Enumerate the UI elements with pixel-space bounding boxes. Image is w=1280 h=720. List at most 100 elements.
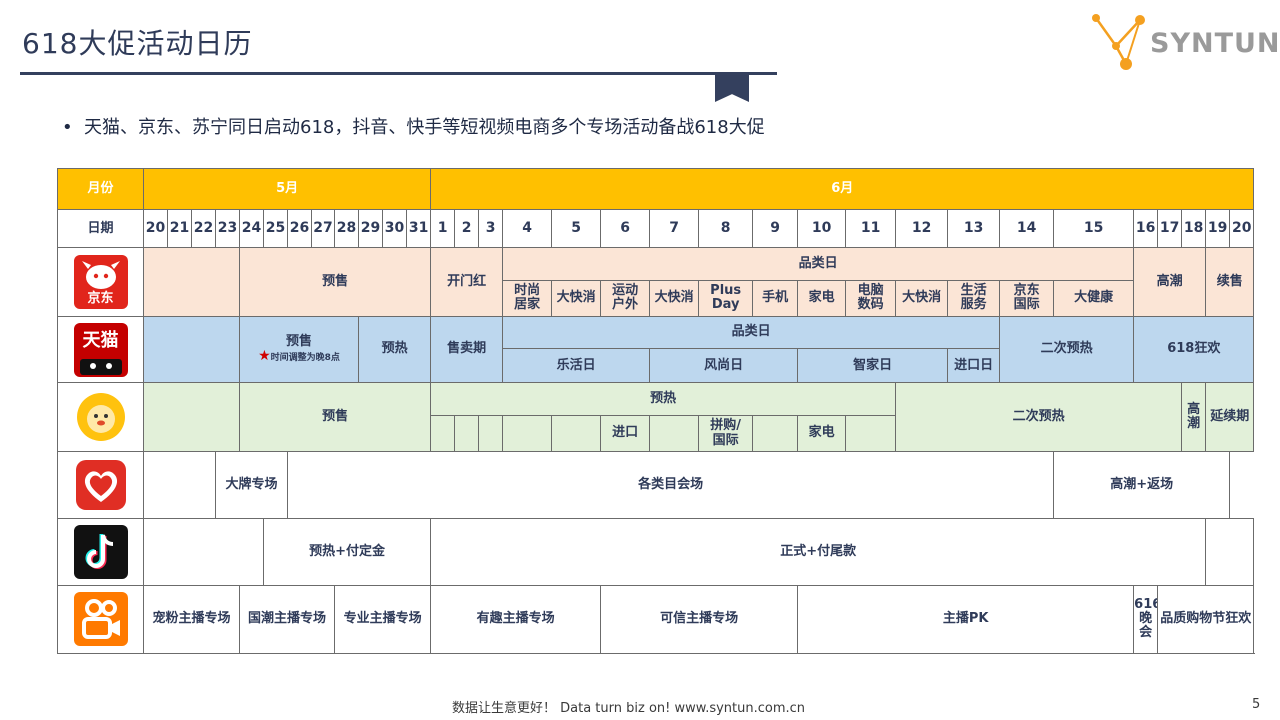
tmall-category-day: 品类日	[502, 315, 1001, 350]
date-may-23: 23	[215, 209, 240, 249]
date-jun-20: 20	[1229, 209, 1255, 249]
suning-cat-3: 家电	[797, 415, 847, 452]
douyin-formal-balance: 正式+付尾款	[430, 518, 1207, 586]
suning-extend: 延续期	[1205, 382, 1255, 452]
title-underline	[20, 72, 777, 75]
tmall-selling-period: 售卖期	[430, 315, 504, 384]
date-jun-11: 11	[845, 209, 897, 249]
suning-climax: 高 潮	[1181, 382, 1207, 452]
date-jun-8: 8	[698, 209, 754, 249]
jd-cat-3: 运动 户外	[600, 279, 651, 317]
suning-empty	[143, 382, 240, 452]
suning-cell-jun1	[430, 415, 456, 452]
kuaishou-session-7: 616 晚会	[1133, 584, 1159, 654]
month-label: 月份	[57, 167, 144, 211]
jd-continue-sale: 续售	[1205, 247, 1255, 317]
jd-cat-1: 时尚 居家	[502, 279, 553, 317]
jd-cat-5: Plus Day	[698, 279, 754, 317]
bullet-text: • 天猫、京东、苏宁同日启动618，抖音、快手等短视频电商多个专场活动备战618大…	[62, 117, 765, 138]
month-june: 6月	[430, 167, 1255, 211]
suning-second-preheat: 二次预热	[895, 382, 1183, 452]
suning-cell-jun4	[502, 415, 553, 452]
date-may-25: 25	[263, 209, 288, 249]
tmall-cat-3: 智家日	[797, 348, 949, 384]
kuaishou-session-2: 国潮主播专场	[239, 584, 335, 654]
kuaishou-session-1: 宠粉主播专场	[143, 584, 240, 654]
tmall-presale-note: ★时间调整为晚8点	[241, 348, 358, 365]
kuaishou-session-8: 品质购物节狂欢	[1157, 584, 1255, 654]
date-jun-6: 6	[600, 209, 651, 249]
date-jun-17: 17	[1157, 209, 1183, 249]
suning-cat-1: 进口	[600, 415, 651, 452]
suning-cell-jun7	[649, 415, 700, 452]
suning-cell-jun11	[845, 415, 897, 452]
jd-climax: 高潮	[1133, 247, 1207, 317]
date-jun-12: 12	[895, 209, 949, 249]
date-jun-9: 9	[752, 209, 799, 249]
tmall-note-text: 时间调整为晚8点	[270, 353, 340, 364]
date-jun-13: 13	[947, 209, 1001, 249]
slide-title: 618大促活动日历	[22, 27, 253, 60]
date-jun-4: 4	[502, 209, 553, 249]
date-may-22: 22	[191, 209, 216, 249]
footer-text: 数据让生意更好！ Data turn biz on! www.syntun.co…	[452, 701, 806, 716]
pdd-logo-cell	[57, 450, 144, 520]
date-jun-7: 7	[649, 209, 700, 249]
tmall-app-icon: 天猫	[73, 322, 128, 377]
pdd-empty	[143, 450, 216, 520]
jd-icon-label: 京东	[87, 290, 114, 306]
tmall-presale: 预售	[285, 333, 312, 349]
douyin-empty-end	[1205, 518, 1255, 586]
tmall-second-preheat: 二次预热	[999, 315, 1135, 384]
suning-cell-jun2	[454, 415, 480, 452]
pdd-category-venue: 各类目会场	[286, 450, 1055, 520]
date-may-20: 20	[143, 209, 168, 249]
pdd-app-icon	[73, 457, 128, 512]
jd-cat-4: 大快消	[649, 279, 700, 317]
date-may-30: 30	[382, 209, 407, 249]
kuaishou-session-6: 主播PK	[797, 584, 1135, 654]
calendar-table: 月份 5月 6月 日期 20 21 22 23 24 25 26 27 28 2…	[57, 167, 1255, 654]
suning-preheat: 预热	[430, 382, 897, 417]
suning-cell-jun3	[478, 415, 504, 452]
tmall-empty	[143, 315, 240, 384]
tmall-cat-2: 风尚日	[649, 348, 799, 384]
suning-presale: 预售	[238, 382, 432, 452]
date-jun-15: 15	[1053, 209, 1135, 249]
kuaishou-session-3: 专业主播专场	[333, 584, 432, 654]
tmall-cat-1: 乐活日	[502, 348, 651, 384]
suning-cat-2: 拼购/ 国际	[698, 415, 754, 452]
jd-cat-9: 大快消	[895, 279, 949, 317]
date-jun-16: 16	[1133, 209, 1159, 249]
date-may-31: 31	[405, 209, 432, 249]
jd-cat-8: 电脑 数码	[845, 279, 897, 317]
jd-cat-12: 大健康	[1053, 279, 1135, 317]
kuaishou-logo-cell	[57, 584, 144, 654]
date-may-28: 28	[334, 209, 359, 249]
douyin-app-icon	[73, 524, 128, 579]
pdd-brand-special: 大牌专场	[215, 450, 288, 520]
jd-cat-7: 家电	[797, 279, 847, 317]
page-number: 5	[1252, 697, 1261, 712]
date-jun-5: 5	[551, 209, 602, 249]
suning-logo-cell	[57, 382, 144, 452]
tmall-preheat: 预热	[357, 315, 432, 384]
bookmark-flag-icon	[715, 74, 749, 102]
star-icon: ★	[258, 348, 271, 365]
date-may-27: 27	[311, 209, 335, 249]
date-jun-3: 3	[478, 209, 504, 249]
date-jun-10: 10	[797, 209, 847, 249]
douyin-logo-cell	[57, 518, 144, 586]
date-label: 日期	[57, 209, 144, 249]
kuaishou-app-icon	[73, 592, 128, 647]
date-jun-19: 19	[1205, 209, 1231, 249]
date-jun-1: 1	[430, 209, 456, 249]
month-may: 5月	[142, 167, 432, 211]
tmall-carnival: 618狂欢	[1133, 315, 1255, 384]
tmall-presale-cell: 预售 ★时间调整为晚8点	[239, 315, 359, 384]
date-may-29: 29	[358, 209, 383, 249]
jd-logo-cell: 京东	[57, 247, 144, 317]
kuaishou-session-5: 可信主播专场	[600, 584, 799, 654]
kuaishou-session-4: 有趣主播专场	[430, 584, 602, 654]
brand-name: SYNTUN	[1150, 28, 1280, 59]
